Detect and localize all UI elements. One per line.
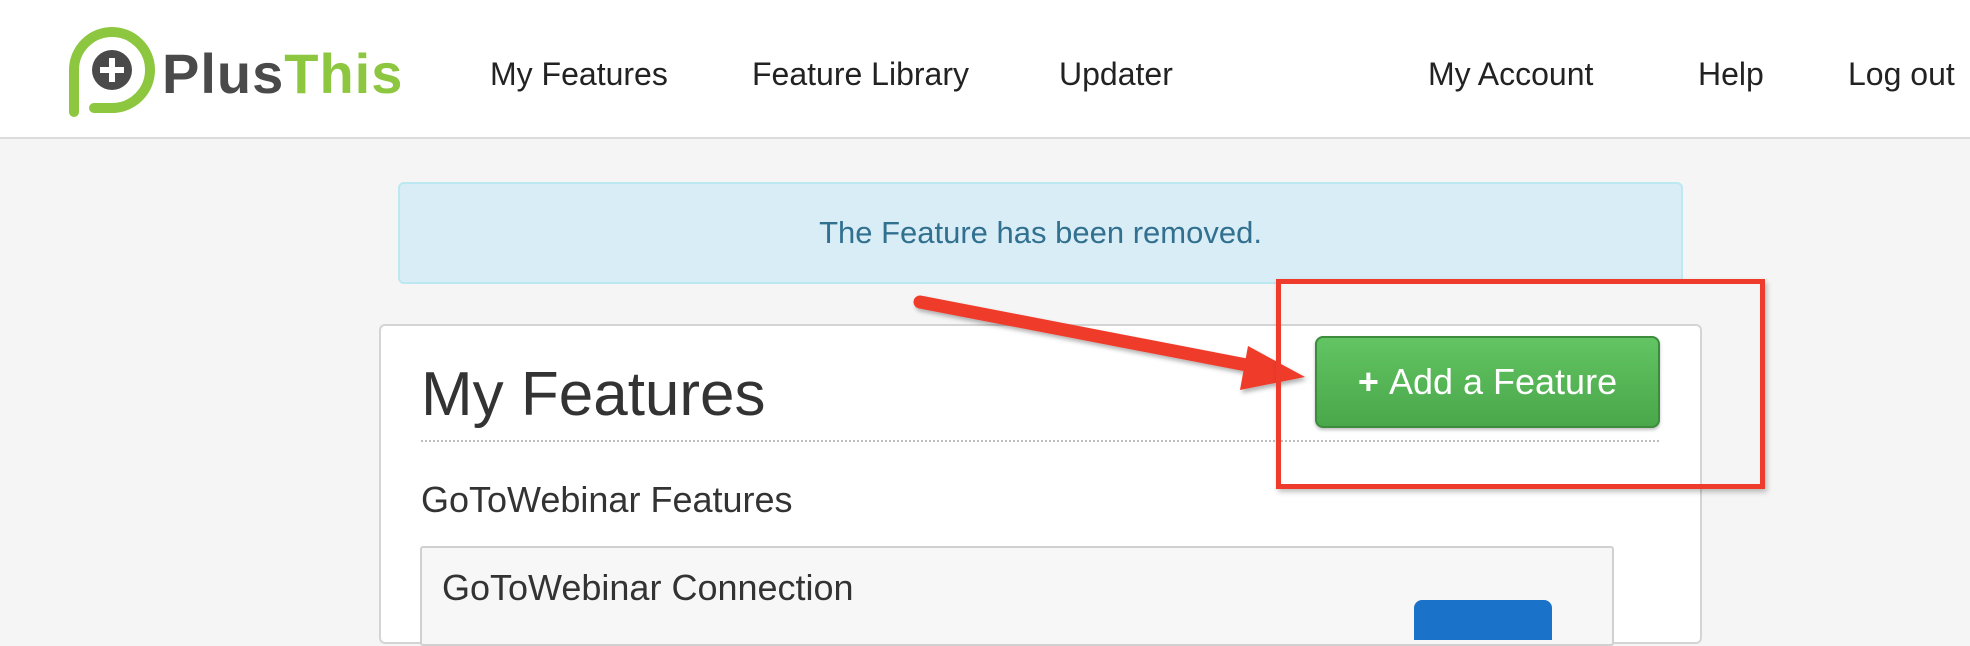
feature-name: GoToWebinar Connection xyxy=(442,567,854,608)
page-title: My Features xyxy=(421,360,766,429)
nav-my-account[interactable]: My Account xyxy=(1428,54,1593,94)
nav-help[interactable]: Help xyxy=(1698,54,1764,94)
logo-wordmark: PlusThis xyxy=(162,46,403,102)
section-heading-gotowebinar: GoToWebinar Features xyxy=(421,479,793,520)
annotation-highlight-box xyxy=(1276,279,1765,489)
plusthis-logo[interactable]: PlusThis xyxy=(64,24,424,120)
logo-text-this: This xyxy=(284,42,404,105)
plusthis-logo-icon xyxy=(69,27,155,117)
nav-log-out[interactable]: Log out xyxy=(1848,54,1955,94)
feature-removed-alert: The Feature has been removed. xyxy=(398,182,1683,284)
nav-my-features[interactable]: My Features xyxy=(490,54,668,94)
top-navbar: PlusThis My Features Feature Library Upd… xyxy=(0,0,1970,139)
nav-updater[interactable]: Updater xyxy=(1059,54,1173,94)
nav-feature-library[interactable]: Feature Library xyxy=(752,54,969,94)
logo-text-plus: Plus xyxy=(162,42,285,105)
feature-action-button[interactable] xyxy=(1414,600,1552,640)
